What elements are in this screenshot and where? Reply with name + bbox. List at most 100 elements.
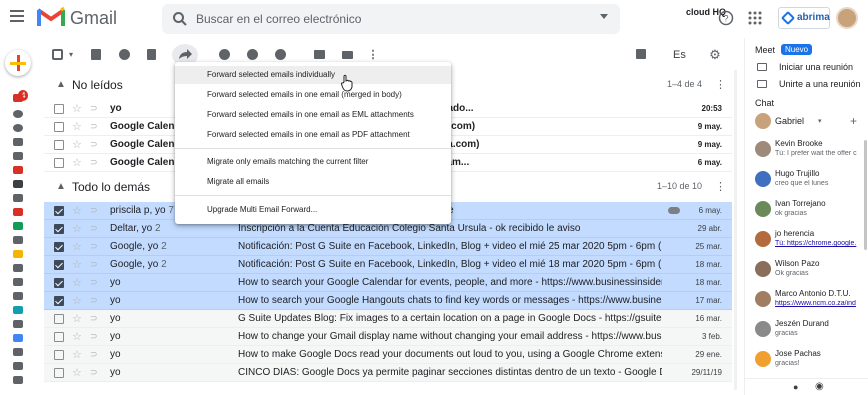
row-checkbox[interactable] (54, 296, 64, 306)
menu-migrate-filtered[interactable]: Migrate only emails matching the current… (175, 153, 451, 171)
menu-forward-pdf[interactable]: Forward selected emails in one email as … (175, 126, 451, 144)
select-dropdown-icon[interactable]: ▾ (64, 48, 78, 62)
email-row[interactable]: ☆ ⊃ Google, yo 2 Notificación: Post G Suite… (44, 238, 732, 256)
search-bar[interactable]: Buscar en el correo electrónico (162, 4, 620, 34)
star-icon[interactable]: ☆ (72, 204, 82, 217)
language-selector[interactable]: Es (673, 49, 686, 61)
row-checkbox[interactable] (54, 206, 64, 216)
label-gray-9-icon[interactable] (13, 376, 23, 384)
settings-gear-icon[interactable]: ⚙ (708, 48, 722, 62)
star-icon[interactable]: ☆ (72, 240, 82, 253)
chat-contact[interactable]: Hugo Trujillo creo que el lunes (745, 167, 868, 195)
section-more-icon[interactable]: ⋮ (715, 78, 726, 91)
row-checkbox[interactable] (54, 260, 64, 270)
star-icon[interactable]: ☆ (72, 348, 82, 361)
email-row[interactable]: ☆ ⊃ yo CINCO DÍAS: Google Docs ya permite p… (44, 364, 732, 382)
meet-join-link[interactable]: Unirte a una reunión (779, 79, 861, 89)
row-checkbox[interactable] (54, 242, 64, 252)
row-checkbox[interactable] (54, 368, 64, 378)
delete-icon[interactable] (147, 49, 156, 60)
importance-icon[interactable]: ⊃ (90, 313, 98, 324)
mark-read-icon[interactable] (219, 49, 230, 60)
importance-icon[interactable]: ⊃ (90, 121, 98, 132)
label-blue-icon[interactable] (13, 334, 23, 342)
row-checkbox[interactable] (54, 158, 64, 168)
user-status-dropdown-icon[interactable]: ▾ (818, 117, 822, 125)
row-checkbox[interactable] (54, 140, 64, 150)
label-gray-5-icon[interactable] (13, 292, 23, 300)
user-avatar[interactable] (755, 113, 771, 129)
chat-scrollbar[interactable] (864, 140, 867, 250)
search-options-icon[interactable] (600, 14, 608, 19)
label-gray-6-icon[interactable] (13, 320, 23, 328)
chat-contact[interactable]: Ivan Torrejano ok gracias (745, 197, 868, 225)
menu-forward-merged[interactable]: Forward selected emails in one email (me… (175, 86, 451, 104)
importance-icon[interactable]: ⊃ (90, 277, 98, 288)
snoozed-icon[interactable] (13, 124, 23, 132)
more-options-icon[interactable]: ⋮ (366, 48, 380, 62)
account-avatar[interactable] (836, 7, 858, 29)
star-icon[interactable]: ☆ (72, 156, 82, 169)
user-name[interactable]: Gabriel (775, 116, 804, 126)
star-icon[interactable]: ☆ (72, 138, 82, 151)
label-gray-icon[interactable] (13, 194, 23, 202)
meet-start-link[interactable]: Iniciar una reunión (779, 62, 853, 72)
menu-upgrade[interactable]: Upgrade Multi Email Forward... (175, 201, 451, 219)
archive-icon[interactable] (91, 49, 101, 60)
chat-contact[interactable]: Wilson Pazo Ok gracias (745, 257, 868, 285)
chat-contact[interactable]: Kevin Brooke Tú: I prefer wait the offer … (745, 137, 868, 165)
importance-icon[interactable]: ⊃ (90, 349, 98, 360)
gmail-logo[interactable] (36, 6, 66, 28)
select-all-checkbox[interactable] (52, 49, 63, 60)
star-icon[interactable]: ☆ (72, 102, 82, 115)
row-checkbox[interactable] (54, 332, 64, 342)
label-gray-8-icon[interactable] (13, 362, 23, 370)
move-to-icon[interactable] (314, 50, 325, 59)
importance-icon[interactable]: ⊃ (90, 103, 98, 114)
importance-icon[interactable]: ⊃ (90, 367, 98, 378)
label-teal-icon[interactable] (13, 306, 23, 314)
main-menu-icon[interactable] (10, 10, 24, 22)
inbox-icon[interactable] (13, 94, 23, 102)
compose-button[interactable] (5, 50, 31, 76)
menu-forward-eml[interactable]: Forward selected emails in one email as … (175, 106, 451, 124)
row-checkbox[interactable] (54, 224, 64, 234)
report-spam-icon[interactable] (119, 49, 130, 60)
importance-icon[interactable]: ⊃ (90, 139, 98, 150)
importance-icon[interactable]: ⊃ (90, 295, 98, 306)
menu-migrate-all[interactable]: Migrate all emails (175, 173, 451, 191)
label-dark-icon[interactable] (13, 180, 23, 188)
row-checkbox[interactable] (54, 350, 64, 360)
snooze-icon[interactable] (247, 49, 258, 60)
collapse-icon[interactable]: ▲ (56, 79, 66, 90)
starred-icon[interactable] (13, 110, 23, 118)
apps-grid-icon[interactable] (748, 11, 762, 25)
star-icon[interactable]: ☆ (72, 120, 82, 133)
chat-contact[interactable]: jo herencia Tú: https://chrome.google. (745, 227, 868, 255)
search-icon[interactable] (172, 11, 188, 27)
collapse-icon[interactable]: ▲ (56, 181, 66, 192)
email-row[interactable]: ☆ ⊃ Google, yo 2 Notificación: Post G Suite… (44, 256, 732, 274)
main-scrollbar[interactable] (734, 70, 737, 390)
section-more-icon[interactable]: ⋮ (715, 180, 726, 193)
importance-icon[interactable]: ⊃ (90, 331, 98, 342)
importance-icon[interactable]: ⊃ (90, 241, 98, 252)
importance-icon[interactable]: ⊃ (90, 205, 98, 216)
menu-forward-individually[interactable]: Forward selected emails individually (175, 66, 451, 84)
rooms-icon[interactable]: ◉ (815, 381, 824, 392)
chat-contact[interactable]: Marco Antonio D.T.U. https://www.ncm.co.z… (745, 287, 868, 315)
label-yellow-icon[interactable] (13, 250, 23, 258)
row-checkbox[interactable] (54, 278, 64, 288)
email-row[interactable]: ☆ ⊃ yo How to search your Google Calendar f… (44, 274, 732, 292)
star-icon[interactable]: ☆ (72, 366, 82, 379)
label-gray-2-icon[interactable] (13, 236, 23, 244)
star-icon[interactable]: ☆ (72, 312, 82, 325)
search-input[interactable]: Buscar en el correo electrónico (196, 12, 361, 26)
email-row[interactable]: ☆ ⊃ yo G Suite Updates Blog: Fix images to … (44, 310, 732, 328)
email-row[interactable]: ☆ ⊃ yo How to change your Gmail display nam… (44, 328, 732, 346)
new-chat-icon[interactable]: + (850, 114, 857, 128)
chat-contact[interactable]: Jeszén Durand gracias (745, 317, 868, 345)
importance-icon[interactable]: ⊃ (90, 259, 98, 270)
label-green-icon[interactable] (13, 222, 23, 230)
row-checkbox[interactable] (54, 122, 64, 132)
